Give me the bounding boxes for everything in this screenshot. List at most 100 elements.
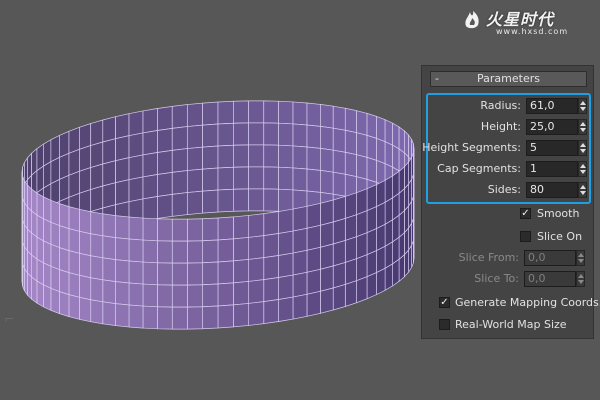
watermark-logo: 火星时代 www.hxsd.com	[462, 6, 594, 38]
real-world-map-checkbox[interactable]	[439, 319, 450, 330]
tube-outer-face	[128, 282, 144, 307]
spinner-up-icon[interactable]	[580, 185, 586, 189]
tube-outer-face	[292, 249, 308, 276]
tube-inner-face	[79, 167, 92, 194]
slice-from-label: Slice From:	[458, 251, 519, 264]
tube-inner-face	[217, 166, 234, 191]
tube-outer-face	[90, 233, 104, 259]
slice-from-input[interactable]: 0,0	[524, 250, 576, 266]
tube-outer-face	[171, 284, 188, 308]
tube-outer-face	[278, 296, 294, 322]
tube-inner-face	[278, 122, 294, 147]
tube-outer-face	[248, 257, 265, 282]
smooth-label[interactable]: Smooth	[537, 207, 579, 220]
tube-inner-face	[320, 104, 334, 129]
tube-outer-face	[102, 257, 116, 282]
spinner-down-icon[interactable]	[578, 259, 584, 263]
height-segments-input[interactable]: 5	[526, 140, 578, 156]
tube-outer-face	[233, 259, 250, 284]
spinner-up-icon[interactable]	[578, 253, 584, 257]
tube-outer-face	[128, 238, 144, 263]
spinner-down-icon[interactable]	[578, 280, 584, 284]
tube-outer-face	[344, 236, 357, 263]
tube-inner-face	[217, 144, 234, 169]
height-input[interactable]: 25,0	[526, 119, 578, 135]
tube-outer-face	[320, 243, 334, 270]
height-spinner[interactable]	[578, 119, 587, 135]
tube-inner-face	[171, 104, 188, 129]
tube-outer-face	[263, 299, 279, 325]
tube-outer-face	[248, 279, 265, 304]
tube-outer-face	[50, 287, 60, 315]
cap-segments-spinner[interactable]	[578, 161, 587, 177]
spinner-down-icon[interactable]	[580, 170, 586, 174]
param-row-slice-to: Slice To: 0,0	[426, 271, 587, 287]
slice-to-spinner[interactable]	[576, 271, 585, 287]
tube-outer-face	[79, 230, 92, 257]
spinner-down-icon[interactable]	[580, 149, 586, 153]
tube-outer-face	[366, 250, 377, 278]
tube-outer-face	[408, 244, 412, 274]
slice-on-checkbox[interactable]	[520, 231, 531, 242]
tube-inner-face	[306, 124, 321, 149]
radius-input[interactable]: 61,0	[526, 98, 578, 114]
tube-outer-face	[59, 203, 70, 230]
param-row-cap-segments: Cap Segments: 1	[428, 161, 589, 177]
tube-outer-face	[186, 262, 203, 286]
tube-outer-face	[59, 269, 70, 296]
spinner-up-icon[interactable]	[580, 122, 586, 126]
real-world-map-label[interactable]: Real-World Map Size	[455, 318, 567, 331]
radius-spinner[interactable]	[578, 98, 587, 114]
tube-outer-face	[171, 218, 188, 242]
tube-outer-face	[43, 262, 52, 289]
tube-outer-face	[263, 233, 279, 259]
tube-outer-face	[186, 240, 203, 264]
tube-inner-face	[356, 132, 368, 158]
tube-outer-face	[115, 281, 130, 306]
tube-outer-face	[217, 304, 234, 329]
tube-inner-face	[320, 148, 334, 173]
tube-inner-face	[142, 130, 158, 156]
sides-input[interactable]: 80	[526, 182, 578, 198]
tube-outer-face	[320, 287, 334, 314]
tube-inner-face	[79, 145, 92, 172]
tube-outer-face	[68, 228, 80, 254]
generate-mapping-checkbox[interactable]: ✓	[439, 297, 450, 308]
radius-label: Radius:	[480, 99, 521, 112]
tube-outer-face	[202, 283, 219, 308]
tube-outer-face	[102, 301, 116, 326]
slice-to-label: Slice To:	[474, 272, 519, 285]
spinner-down-icon[interactable]	[580, 107, 586, 111]
tube-outer-face	[90, 299, 104, 325]
tube-outer-face	[21, 259, 23, 287]
param-row-slice-from: Slice From: 0,0	[426, 250, 587, 266]
generate-mapping-label[interactable]: Generate Mapping Coords.	[455, 296, 600, 309]
spinner-down-icon[interactable]	[580, 128, 586, 132]
slice-to-input[interactable]: 0,0	[524, 271, 576, 287]
tube-inner-face	[233, 188, 250, 212]
spinner-up-icon[interactable]	[580, 164, 586, 168]
sides-spinner[interactable]	[578, 182, 587, 198]
spinner-up-icon[interactable]	[580, 143, 586, 147]
tube-outer-face	[68, 294, 80, 320]
smooth-checkbox[interactable]: ✓	[520, 208, 531, 219]
parameters-rollout-header[interactable]: - Parameters	[430, 71, 587, 87]
tube-outer-face	[306, 224, 321, 251]
height-segments-spinner[interactable]	[578, 140, 587, 156]
slice-from-spinner[interactable]	[576, 250, 585, 266]
tube-outer-face	[142, 283, 158, 308]
spinner-up-icon[interactable]	[578, 274, 584, 278]
tube-inner-face	[102, 138, 116, 165]
tube-inner-face	[332, 149, 346, 175]
tube-inner-face	[128, 110, 144, 137]
cap-segments-input[interactable]: 1	[526, 161, 578, 177]
tube-outer-face	[68, 250, 80, 276]
slice-on-label[interactable]: Slice On	[537, 230, 582, 243]
tube-outer-face	[344, 280, 357, 307]
spinner-up-icon[interactable]	[580, 101, 586, 105]
height-label: Height:	[480, 120, 521, 133]
tube-outer-face	[36, 236, 44, 264]
tube-inner-face	[248, 122, 265, 146]
spinner-down-icon[interactable]	[580, 191, 586, 195]
viewport-corner-icon: ⌐	[4, 312, 15, 326]
